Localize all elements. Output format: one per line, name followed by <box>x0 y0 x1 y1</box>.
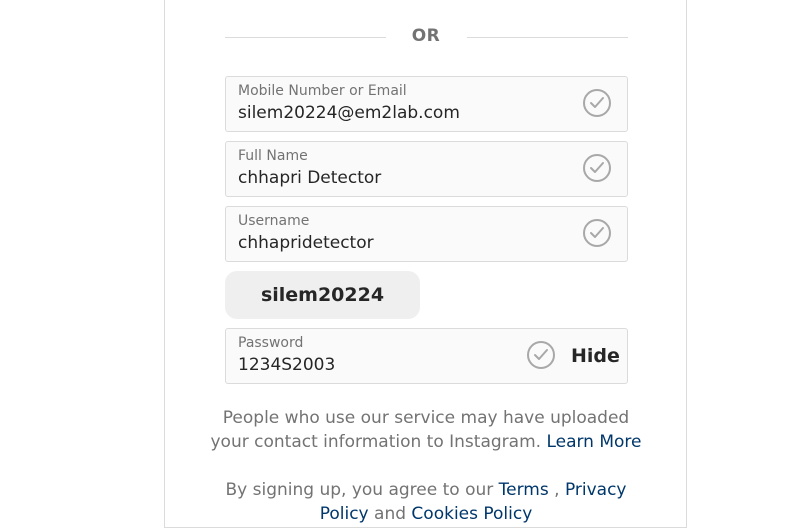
contact-info-line1: People who use our service may have uplo… <box>222 408 630 428</box>
hide-password-button[interactable]: Hide <box>571 345 620 367</box>
divider-line-left <box>225 37 386 38</box>
password-field[interactable]: Password 1234S2003 Hide <box>225 328 628 384</box>
contact-field-label: Mobile Number or Email <box>238 83 407 99</box>
full-name-field-value[interactable]: chhapri Detector <box>238 168 381 188</box>
contact-info-line2-text: your contact information to Instagram. <box>210 432 542 452</box>
terms-link[interactable]: Terms <box>499 480 549 500</box>
or-divider: OR <box>225 26 628 50</box>
username-suggestion-button[interactable]: silem20224 <box>225 271 420 319</box>
terms-line1: By signing up, you agree to our Terms , … <box>200 478 652 502</box>
contact-info-text: People who use our service may have uplo… <box>200 406 652 454</box>
terms-prefix: By signing up, you agree to our <box>225 480 494 500</box>
terms-and: and <box>374 504 407 524</box>
check-circle-icon <box>583 154 611 182</box>
username-field[interactable]: Username chhapridetector <box>225 206 628 262</box>
password-field-label: Password <box>238 335 304 351</box>
contact-info-line2: your contact information to Instagram. L… <box>200 430 652 454</box>
check-circle-icon <box>583 219 611 247</box>
contact-field[interactable]: Mobile Number or Email silem20224@em2lab… <box>225 76 628 132</box>
or-text: OR <box>411 26 441 46</box>
terms-line2: Policy and Cookies Policy <box>200 502 652 526</box>
check-circle-icon <box>583 89 611 117</box>
learn-more-link[interactable]: Learn More <box>546 432 641 452</box>
password-field-value[interactable]: 1234S2003 <box>238 355 335 375</box>
divider-line-right <box>467 37 628 38</box>
cookies-policy-link[interactable]: Cookies Policy <box>411 504 532 524</box>
privacy-policy-link-cont[interactable]: Policy <box>320 504 369 524</box>
username-field-value[interactable]: chhapridetector <box>238 233 374 253</box>
terms-text: By signing up, you agree to our Terms , … <box>200 478 652 526</box>
privacy-policy-link[interactable]: Privacy <box>565 480 627 500</box>
terms-separator: , <box>554 480 560 500</box>
full-name-field-label: Full Name <box>238 148 308 164</box>
username-field-label: Username <box>238 213 310 229</box>
full-name-field[interactable]: Full Name chhapri Detector <box>225 141 628 197</box>
check-circle-icon <box>527 341 555 369</box>
contact-field-value[interactable]: silem20224@em2lab.com <box>238 103 460 123</box>
